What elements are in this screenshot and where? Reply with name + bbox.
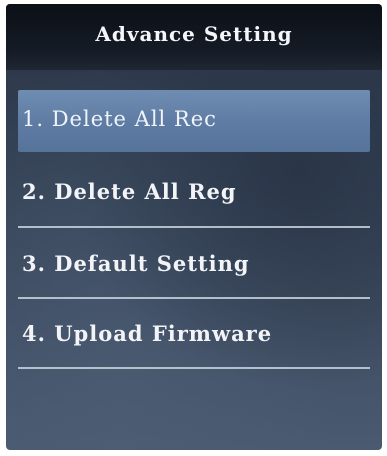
device-frame: Advance Setting 1. Delete All Rec 2. Del… xyxy=(0,0,387,456)
menu-item-delete-all-rec[interactable]: 1. Delete All Rec xyxy=(18,90,370,152)
menu-item-label: 3. Default Setting xyxy=(22,251,250,276)
device-screen: Advance Setting 1. Delete All Rec 2. Del… xyxy=(6,4,382,450)
menu-item-label: 1. Delete All Rec xyxy=(22,107,217,131)
menu-divider xyxy=(18,367,370,369)
menu-divider xyxy=(18,297,370,299)
settings-menu: 1. Delete All Rec 2. Delete All Reg 3. D… xyxy=(6,4,382,450)
menu-item-upload-firmware[interactable]: 4. Upload Firmware xyxy=(18,304,370,366)
menu-item-label: 4. Upload Firmware xyxy=(22,321,273,346)
menu-item-default-setting[interactable]: 3. Default Setting xyxy=(18,234,370,296)
menu-item-label: 2. Delete All Reg xyxy=(22,179,237,204)
menu-divider xyxy=(18,226,370,228)
menu-item-delete-all-reg[interactable]: 2. Delete All Reg xyxy=(18,162,370,224)
